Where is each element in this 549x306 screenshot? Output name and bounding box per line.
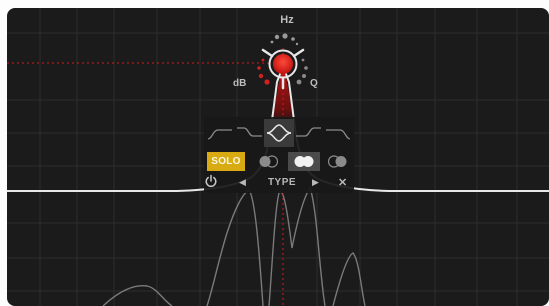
- type-label: TYPE: [267, 177, 297, 188]
- q-label: Q: [310, 78, 318, 89]
- spectrum-trace: [102, 186, 366, 306]
- low-shelf-icon: [237, 127, 262, 137]
- high-cut-icon: [326, 129, 351, 140]
- power-icon[interactable]: [204, 174, 218, 188]
- high-cut-button[interactable]: [324, 119, 354, 147]
- filter-type-panel: SOLO ◀ TYPE ▶ ✕: [204, 117, 354, 193]
- next-type-icon[interactable]: ▶: [312, 177, 319, 188]
- type-selector-row: ◀ TYPE ▶ ✕: [204, 174, 354, 192]
- right-channel-icon: [327, 155, 347, 168]
- eq-display[interactable]: Hz dB Q SOLO ◀ TYPE ▶ ✕: [7, 8, 549, 306]
- stereo-icon: [294, 156, 314, 167]
- solo-button[interactable]: SOLO: [207, 152, 245, 171]
- bell-button[interactable]: [264, 119, 294, 147]
- low-cut-icon: [207, 129, 232, 140]
- right-channel-button[interactable]: [322, 152, 354, 171]
- close-icon[interactable]: ✕: [338, 176, 347, 189]
- previous-type-icon[interactable]: ◀: [239, 177, 246, 188]
- hz-dots: [270, 33, 299, 46]
- high-shelf-button[interactable]: [294, 119, 324, 147]
- low-cut-button[interactable]: [204, 119, 234, 147]
- q-dots: [296, 58, 308, 85]
- db-label: dB: [233, 78, 247, 89]
- bell-icon: [266, 124, 292, 142]
- left-channel-button[interactable]: [253, 152, 285, 171]
- filter-shape-row: [204, 119, 354, 147]
- low-shelf-button[interactable]: [234, 119, 264, 147]
- stereo-button[interactable]: [288, 152, 320, 171]
- left-channel-icon: [259, 155, 279, 168]
- hz-label: Hz: [280, 14, 294, 26]
- high-shelf-icon: [296, 127, 321, 137]
